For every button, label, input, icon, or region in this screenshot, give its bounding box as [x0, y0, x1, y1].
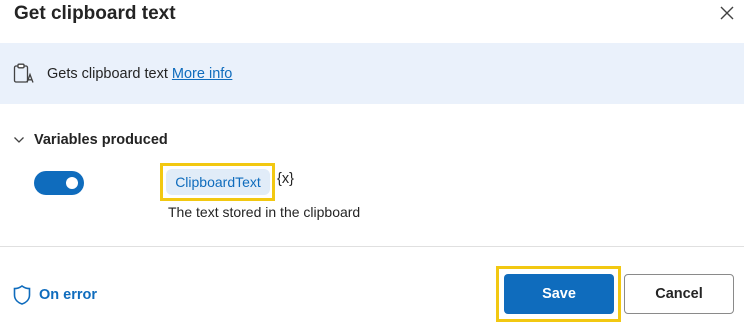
variable-description: The text stored in the clipboard: [168, 204, 361, 220]
variable-brace-icon: {x}: [277, 171, 294, 187]
close-button[interactable]: [716, 2, 738, 24]
get-clipboard-text-dialog: Get clipboard text Gets clipboard text Mo…: [0, 0, 744, 323]
info-bar: Gets clipboard text More info: [0, 43, 744, 104]
dialog-header: Get clipboard text: [0, 0, 744, 40]
variables-produced-toggle[interactable]: Variables produced: [12, 129, 168, 151]
dialog-title: Get clipboard text: [14, 3, 176, 24]
more-info-link[interactable]: More info: [172, 66, 232, 82]
cancel-button[interactable]: Cancel: [624, 274, 734, 314]
variable-toggle-switch[interactable]: [34, 171, 84, 195]
on-error-label: On error: [39, 287, 98, 303]
footer-divider: [0, 246, 744, 247]
close-icon: [720, 6, 734, 20]
shield-icon: [13, 285, 31, 305]
variable-name-chip[interactable]: ClipboardText: [166, 169, 270, 195]
variables-produced-label: Variables produced: [34, 132, 168, 148]
on-error-button[interactable]: On error: [12, 283, 97, 307]
toggle-knob: [66, 177, 78, 189]
info-text: Gets clipboard text: [47, 66, 168, 82]
save-button[interactable]: Save: [504, 274, 614, 314]
info-description: Gets clipboard text More info: [47, 66, 232, 82]
clipboard-text-icon: [13, 63, 34, 83]
chevron-down-icon: [14, 137, 24, 143]
